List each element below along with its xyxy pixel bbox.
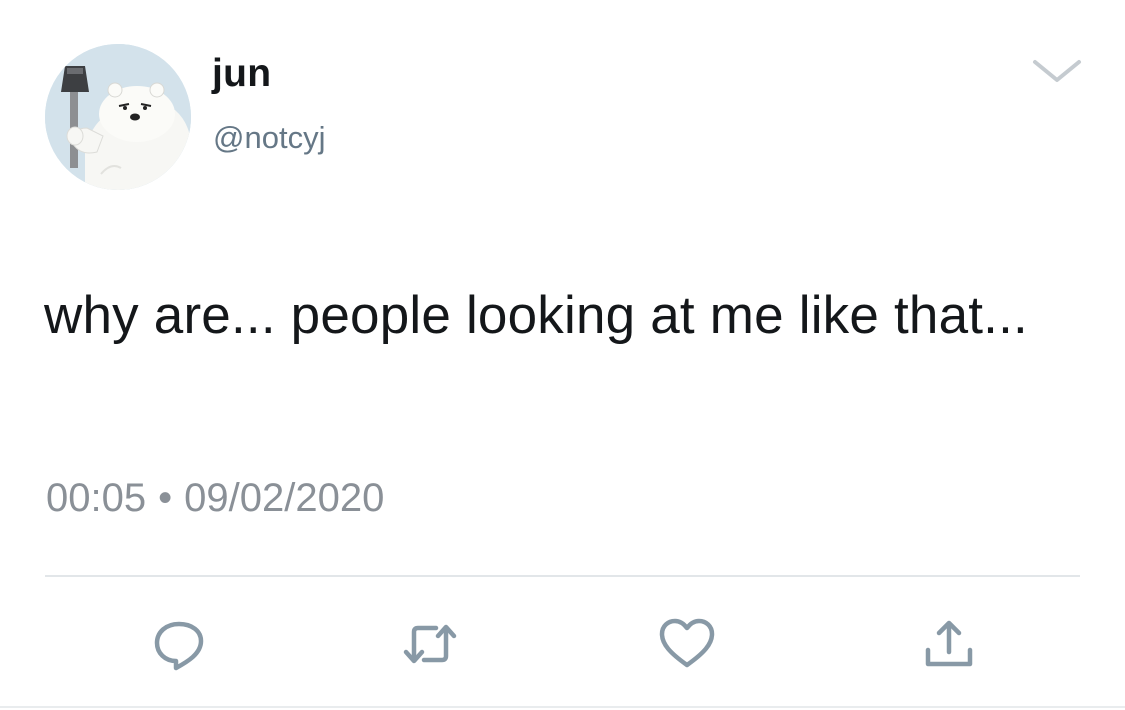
share-button[interactable]: [917, 612, 981, 676]
tweet-timestamp[interactable]: 00:05 • 09/02/2020: [46, 476, 384, 521]
share-icon: [925, 620, 973, 667]
more-options-button[interactable]: [1031, 56, 1083, 86]
user-handle[interactable]: @notcyj: [213, 120, 325, 156]
reply-icon: [154, 621, 204, 671]
polar-bear-avatar-image: [45, 44, 191, 190]
chevron-down-icon: [1033, 60, 1081, 82]
actions-divider: [45, 575, 1080, 577]
meta-separator: •: [158, 476, 173, 520]
bottom-border: [0, 706, 1125, 708]
tweet-text: why are... people looking at me like tha…: [44, 286, 1028, 345]
tweet-time: 00:05: [46, 476, 147, 520]
display-name[interactable]: jun: [212, 52, 271, 96]
like-button[interactable]: [655, 612, 719, 676]
heart-icon: [659, 618, 715, 668]
retweet-button[interactable]: [398, 612, 462, 676]
tweet-date: 09/02/2020: [184, 476, 385, 520]
tweet-card: jun @notcyj why are... people looking at…: [0, 0, 1125, 710]
retweet-icon: [403, 624, 457, 664]
user-avatar[interactable]: [45, 44, 191, 190]
reply-button[interactable]: [147, 612, 211, 676]
